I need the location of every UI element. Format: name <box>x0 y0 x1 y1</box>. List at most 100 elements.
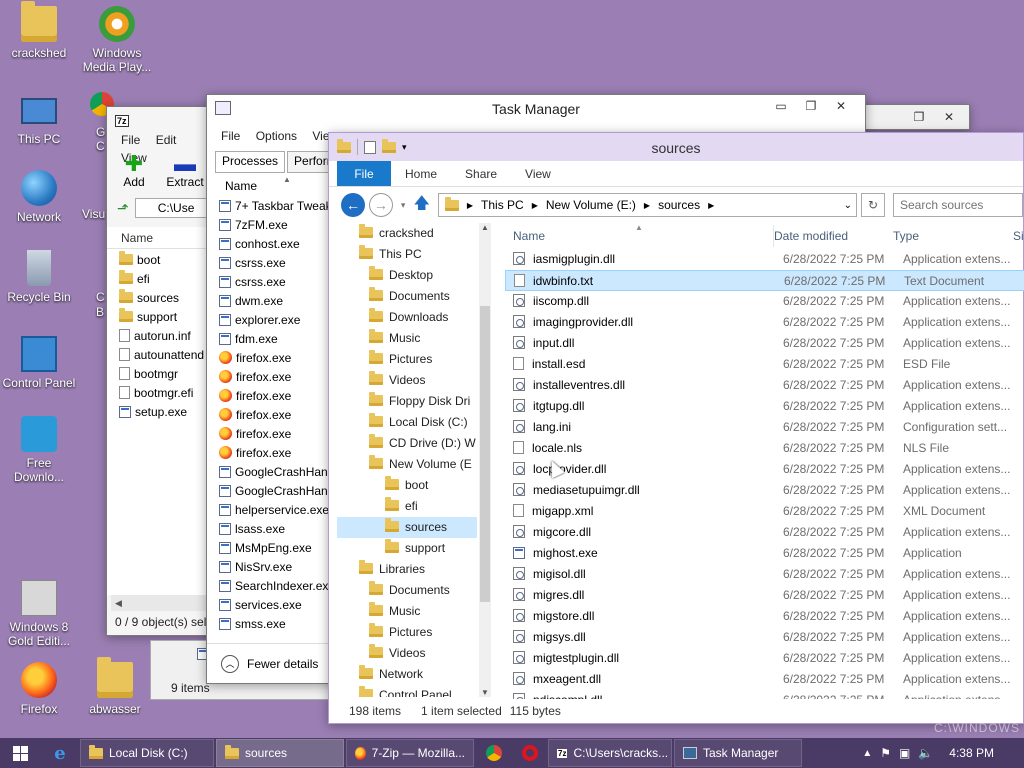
desktop-icon-media-player[interactable]: Windows Media Play... <box>78 6 156 74</box>
list-item[interactable]: autounattend <box>119 346 215 365</box>
nav-tree-item[interactable]: CD Drive (D:) W <box>337 433 477 454</box>
breadcrumb-this-pc[interactable]: This PC <box>481 198 524 212</box>
nav-tree-item[interactable]: Pictures <box>337 349 477 370</box>
ribbon-tab-file[interactable]: File <box>337 161 391 186</box>
nav-tree-item[interactable]: Desktop <box>337 265 477 286</box>
nav-tree-item[interactable]: Music <box>337 601 477 622</box>
scroll-thumb[interactable] <box>480 306 490 602</box>
file-row[interactable]: locprovider.dll 6/28/2022 7:25 PM Applicat… <box>505 459 1024 480</box>
nav-tree-item[interactable]: New Volume (E <box>337 454 477 475</box>
file-row[interactable]: installeventres.dll 6/28/2022 7:25 PM Appl… <box>505 375 1024 396</box>
file-row[interactable]: migstore.dll 6/28/2022 7:25 PM Application… <box>505 606 1024 627</box>
menu-edit[interactable]: Edit <box>150 131 183 149</box>
list-item[interactable]: support <box>119 308 215 327</box>
chrome-pinned-button[interactable] <box>476 738 512 768</box>
file-row[interactable]: lang.ini 6/28/2022 7:25 PM Configuration s… <box>505 417 1024 438</box>
taskbar-firefox[interactable]: 7-Zip — Mozilla... <box>346 739 474 767</box>
7zip-path-input[interactable]: C:\Use <box>134 198 215 218</box>
menu-file[interactable]: File <box>215 125 246 147</box>
nav-tree-item[interactable]: support <box>337 538 477 559</box>
close-button[interactable]: ✕ <box>827 97 855 115</box>
file-row[interactable]: mxeagent.dll 6/28/2022 7:25 PM Application… <box>505 669 1024 690</box>
desktop-icon-abwasser[interactable]: abwasser <box>76 657 154 716</box>
desktop-icon-windows8-gold[interactable]: Windows 8 Gold Editi... <box>0 580 78 648</box>
file-row[interactable]: migisol.dll 6/28/2022 7:25 PM Application … <box>505 564 1024 585</box>
list-item[interactable]: efi <box>119 270 215 289</box>
list-item[interactable]: bootmgr.efi <box>119 384 215 403</box>
nav-tree-item[interactable]: Documents <box>337 286 477 307</box>
nav-tree-item[interactable]: Pictures <box>337 622 477 643</box>
nav-tree-item[interactable]: Music <box>337 328 477 349</box>
7zip-titlebar[interactable]: 7z <box>107 107 215 131</box>
tab-processes[interactable]: Processes <box>215 151 286 173</box>
column-header-size[interactable]: Si <box>1013 225 1024 247</box>
file-row[interactable]: migsys.dll 6/28/2022 7:25 PM Application e… <box>505 627 1024 648</box>
start-button[interactable] <box>0 738 40 768</box>
taskbar-local-disk[interactable]: Local Disk (C:) <box>80 739 214 767</box>
file-row[interactable]: input.dll 6/28/2022 7:25 PM Application ex… <box>505 333 1024 354</box>
nav-tree-item[interactable]: Downloads <box>337 307 477 328</box>
scroll-down-icon[interactable]: ▼ <box>479 688 491 697</box>
taskbar-sources[interactable]: sources <box>216 739 344 767</box>
nav-tree-item[interactable]: Network <box>337 664 477 685</box>
taskbar-7zip[interactable]: 7z C:\Users\cracks... <box>548 739 672 767</box>
restore-button[interactable]: ❐ <box>797 97 825 115</box>
clock[interactable]: 4:38 PM <box>949 746 994 760</box>
breadcrumb-new-volume[interactable]: New Volume (E:) <box>546 198 636 212</box>
list-item[interactable]: bootmgr <box>119 365 215 384</box>
breadcrumb-sources[interactable]: sources <box>658 198 700 212</box>
desktop-icon-recycle-bin[interactable]: Recycle Bin <box>0 250 78 304</box>
file-row[interactable]: migres.dll 6/28/2022 7:25 PM Application e… <box>505 585 1024 606</box>
file-row[interactable]: iasmigplugin.dll 6/28/2022 7:25 PM Applica… <box>505 249 1024 270</box>
scroll-left-icon[interactable]: ◀ <box>111 598 122 608</box>
nav-tree-item[interactable]: Libraries <box>337 559 477 580</box>
desktop-icon-this-pc[interactable]: This PC <box>0 92 78 146</box>
scroll-up-icon[interactable]: ▲ <box>479 223 491 232</box>
close-button[interactable]: ✕ <box>935 108 963 126</box>
nav-tree-item[interactable]: boot <box>337 475 477 496</box>
file-row[interactable]: imagingprovider.dll 6/28/2022 7:25 PM Appl… <box>505 312 1024 333</box>
action-center-flag-icon[interactable]: ⚑ <box>880 746 891 760</box>
back-arrow-icon[interactable]: ← <box>341 193 365 217</box>
address-dropdown-icon[interactable]: ⌄ <box>844 200 852 211</box>
forward-arrow-icon[interactable]: → <box>368 193 393 217</box>
refresh-icon[interactable]: ↻ <box>861 193 885 217</box>
nav-scrollbar[interactable]: ▲ ▼ <box>479 223 491 697</box>
column-header-date[interactable]: Date modified <box>773 225 848 247</box>
file-row[interactable]: migcore.dll 6/28/2022 7:25 PM Application … <box>505 522 1024 543</box>
file-row[interactable]: install.esd6/28/2022 7:25 PMESD File3, <box>505 354 1024 375</box>
desktop-icon-control-panel[interactable]: Control Panel <box>0 336 78 390</box>
minimize-button[interactable]: ▭ <box>767 97 795 115</box>
extract-button[interactable]: ▬ Extract <box>165 153 205 195</box>
network-status-icon[interactable]: ▣ <box>899 746 910 760</box>
7zip-column-name[interactable]: Name <box>107 227 215 249</box>
menu-file[interactable]: File <box>115 131 146 149</box>
file-row[interactable]: mighost.exe 6/28/2022 7:25 PM Application <box>505 543 1024 564</box>
nav-tree-item[interactable]: Videos <box>337 370 477 391</box>
list-item[interactable]: boot <box>119 251 215 270</box>
desktop-icon-firefox[interactable]: Firefox <box>0 662 78 716</box>
desktop-icon-network[interactable]: Network <box>0 170 78 224</box>
nav-tree-item[interactable]: Documents <box>337 580 477 601</box>
up-arrow-icon[interactable]: 🡅 <box>413 192 433 219</box>
ribbon-tab-home[interactable]: Home <box>391 161 451 186</box>
nav-tree-item[interactable]: Floppy Disk Dri <box>337 391 477 412</box>
file-row[interactable]: mediasetupuimgr.dll 6/28/2022 7:25 PM Appl… <box>505 480 1024 501</box>
file-row[interactable]: migapp.xml 6/28/2022 7:25 PM XML Document <box>505 501 1024 522</box>
show-hidden-icons-icon[interactable]: ▲ <box>862 748 872 759</box>
list-item[interactable]: autorun.inf <box>119 327 215 346</box>
search-input[interactable] <box>893 193 1023 217</box>
task-manager-titlebar[interactable]: Task Manager ▭ ❐ ✕ <box>207 95 865 125</box>
chevron-up-circle-icon[interactable]: ︿ <box>221 654 239 673</box>
menu-options[interactable]: Options <box>250 125 303 147</box>
ribbon-tab-view[interactable]: View <box>511 161 565 186</box>
desktop-icon-free-download[interactable]: Free Downlo... <box>0 416 78 484</box>
file-row[interactable]: locale.nls 6/28/2022 7:25 PM NLS File <box>505 438 1024 459</box>
ie-pinned-button[interactable]: e <box>40 738 80 768</box>
recent-locations-icon[interactable]: ▾ <box>397 200 410 211</box>
volume-icon[interactable]: 🔈 <box>918 746 933 760</box>
explorer-titlebar[interactable]: ▾ sources <box>329 133 1023 161</box>
address-bar[interactable]: ▶ This PC ▶ New Volume (E:) ▶ sources ▶ … <box>437 193 858 217</box>
file-row[interactable]: migtestplugin.dll 6/28/2022 7:25 PM Applic… <box>505 648 1024 669</box>
nav-tree-item[interactable]: Control Panel <box>337 685 477 697</box>
